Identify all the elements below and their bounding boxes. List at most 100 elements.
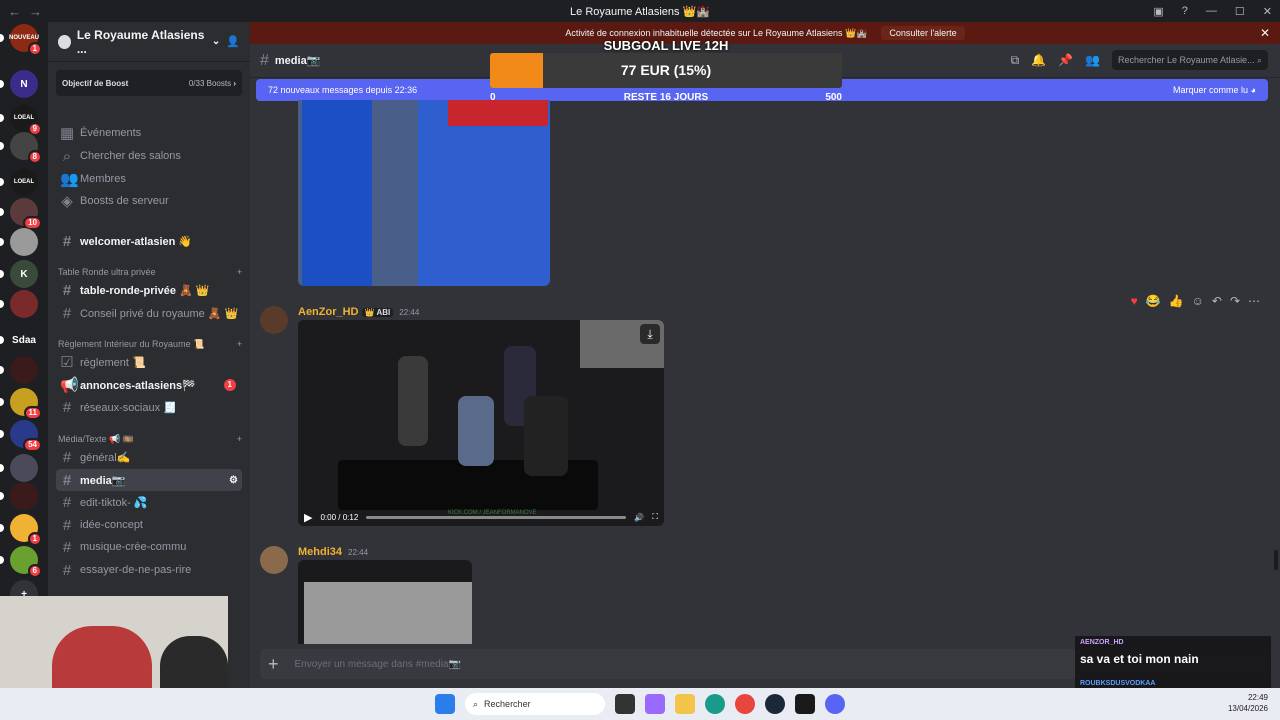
channel-general[interactable]: # général✍️ — [56, 446, 242, 468]
channel-idee-concept[interactable]: # idée-concept — [56, 514, 242, 536]
close-window-icon[interactable]: ✕ — [1263, 5, 1272, 18]
inbox-icon[interactable]: ▣ — [1153, 5, 1163, 18]
menu-members[interactable]: 👥 Membres — [56, 168, 242, 190]
download-icon[interactable]: ⤓ — [640, 324, 660, 344]
channel-table-ronde[interactable]: # table-ronde-privée 🧸 👑 — [56, 279, 242, 301]
channel-label: essayer-de-ne-pas-rire — [80, 564, 192, 576]
settings-gear-icon[interactable]: ⚙ — [229, 475, 238, 486]
server-icon[interactable]: 11 — [10, 388, 42, 420]
windows-start-icon[interactable] — [435, 694, 455, 714]
bell-icon[interactable]: 🔔 — [1031, 53, 1046, 67]
invite-icon[interactable]: 👤 — [226, 35, 240, 48]
steam-icon[interactable] — [765, 694, 785, 714]
server-icon[interactable]: 1 — [10, 514, 42, 546]
category-reglement[interactable]: Règlement Intérieur du Royaume 📜 + — [58, 339, 242, 350]
thumbs-up-reaction-icon[interactable]: 👍 — [1169, 294, 1184, 308]
category-table-ronde[interactable]: Table Ronde ultra privée + — [58, 267, 242, 277]
server-icon[interactable]: LOEAL 9 — [10, 104, 42, 136]
channel-essayer[interactable]: # essayer-de-ne-pas-rire — [56, 559, 242, 581]
view-alert-button[interactable]: Consulter l'alerte — [881, 26, 965, 40]
message-author[interactable]: AenZor_HD 👑 ABI 22:44 — [298, 306, 419, 318]
channel-edit-tiktok[interactable]: # edit-tiktok- 💦 — [56, 491, 242, 513]
server-icon[interactable] — [10, 228, 38, 256]
maximize-icon[interactable]: ☐ — [1235, 5, 1245, 18]
channel-conseil[interactable]: # Conseil privé du royaume 🧸 👑 — [56, 302, 242, 324]
minimize-icon[interactable]: — — [1206, 5, 1217, 17]
reply-icon[interactable]: ↶ — [1212, 294, 1222, 308]
server-icon[interactable]: K — [10, 260, 38, 288]
server-icon[interactable] — [10, 454, 38, 482]
volume-icon[interactable]: 🔊 — [634, 513, 644, 522]
add-channel-icon[interactable]: + — [237, 339, 242, 350]
video-player[interactable]: ⤓ KICK.COM / JEANFORMANOVE ▶ 0:00 / 0:12… — [298, 320, 664, 526]
close-icon[interactable]: ✕ — [1260, 26, 1270, 40]
mark-read-button[interactable]: Marquer comme lu ◕ — [1173, 85, 1256, 95]
add-channel-icon[interactable]: + — [237, 434, 242, 445]
laugh-reaction-icon[interactable]: 😂 — [1146, 294, 1161, 308]
server-icon[interactable]: LOEAL — [10, 168, 38, 196]
pin-icon[interactable]: 📌 — [1058, 53, 1073, 67]
menu-browse-channels[interactable]: ⌕ Chercher des salons — [56, 145, 242, 167]
forward-icon[interactable]: ↷ — [1230, 294, 1240, 308]
help-icon[interactable]: ? — [1182, 5, 1188, 17]
search-input[interactable]: Rechercher Le Royaume Atlasie... ⌕ — [1112, 50, 1268, 70]
file-explorer-icon[interactable] — [675, 694, 695, 714]
channel-annonces[interactable]: 📢 annonces-atlasiens🏁 1 — [56, 374, 242, 396]
edge-icon[interactable] — [705, 694, 725, 714]
heart-reaction-icon[interactable]: ♥ — [1131, 294, 1138, 308]
server-icon[interactable] — [10, 356, 38, 384]
taskbar-search[interactable]: ⌕ Rechercher — [465, 693, 605, 715]
channel-reglement[interactable]: ☑ règlement 📜 — [56, 351, 242, 373]
app-icon[interactable] — [795, 694, 815, 714]
discord-icon[interactable] — [825, 694, 845, 714]
hash-icon: # — [62, 448, 72, 466]
scrollbar[interactable] — [1274, 550, 1278, 570]
server-icon[interactable]: 8 — [10, 132, 42, 164]
members-list-icon[interactable]: 👥 — [1085, 53, 1100, 67]
unread-pill — [0, 114, 4, 122]
back-arrow-icon[interactable]: ← — [8, 4, 21, 19]
taskbar-clock[interactable]: 22:49 13/04/2026 — [1228, 692, 1268, 714]
channel-musique[interactable]: # musique-crée-commu — [56, 536, 242, 558]
more-icon[interactable]: ⋯ — [1248, 294, 1260, 308]
threads-icon[interactable]: ⧉ — [1011, 53, 1020, 68]
server-icon[interactable]: 54 — [10, 420, 42, 452]
fullscreen-icon[interactable]: ⛶ — [652, 512, 658, 522]
channel-welcomer[interactable]: # welcomer-atlasien 👋 — [56, 230, 242, 252]
copilot-icon[interactable] — [645, 694, 665, 714]
add-channel-icon[interactable]: + — [237, 267, 242, 277]
category-label: Règlement Intérieur du Royaume 📜 — [58, 339, 205, 349]
channel-media[interactable]: # media📷 ⚙ — [56, 469, 242, 491]
subgoal-amount: 77 EUR (15%) — [620, 62, 712, 78]
server-icon[interactable] — [10, 290, 38, 318]
task-view-icon[interactable] — [615, 694, 635, 714]
channel-reseaux[interactable]: # réseaux-sociaux 🧾 — [56, 396, 242, 418]
server-icon[interactable] — [10, 482, 38, 510]
unread-pill — [0, 80, 4, 88]
avatar[interactable] — [260, 306, 288, 334]
server-icon[interactable]: 6 — [10, 546, 42, 578]
server-icon[interactable]: Sdaa — [10, 326, 38, 354]
video-attachment[interactable] — [298, 560, 472, 644]
boost-goal[interactable]: Objectif de Boost 0/33 Boosts › — [56, 70, 242, 96]
category-media[interactable]: Média/Texte 📢 🎞️ + — [58, 434, 242, 445]
avatar[interactable] — [260, 546, 288, 574]
menu-server-boosts[interactable]: ◈ Boosts de serveur — [56, 190, 242, 212]
search-icon: ⌕ — [62, 147, 72, 165]
server-header[interactable]: Le Royaume Atlasiens ... ⌄ 👤 — [48, 22, 250, 62]
message-input[interactable]: Envoyer un message dans #media📷 — [295, 659, 461, 670]
server-icon[interactable]: NOUVEAU 1 — [9, 24, 42, 56]
clock-date: 13/04/2026 — [1227, 704, 1268, 713]
image-attachment[interactable] — [298, 100, 550, 286]
chrome-icon[interactable] — [735, 694, 755, 714]
message-author[interactable]: Mehdi34 22:44 — [298, 546, 368, 558]
server-icon[interactable]: N — [10, 70, 38, 98]
add-reaction-icon[interactable]: ☺ — [1192, 294, 1204, 308]
add-attachment-icon[interactable]: + — [268, 654, 279, 675]
server-icon[interactable]: 10 — [10, 198, 42, 230]
video-seekbar[interactable] — [366, 515, 627, 519]
chat-message: sa va et toi mon nain — [1080, 652, 1199, 666]
menu-events[interactable]: ▦ Événements — [56, 122, 242, 144]
play-icon[interactable]: ▶ — [304, 511, 312, 524]
forward-arrow-icon[interactable]: → — [29, 4, 42, 19]
